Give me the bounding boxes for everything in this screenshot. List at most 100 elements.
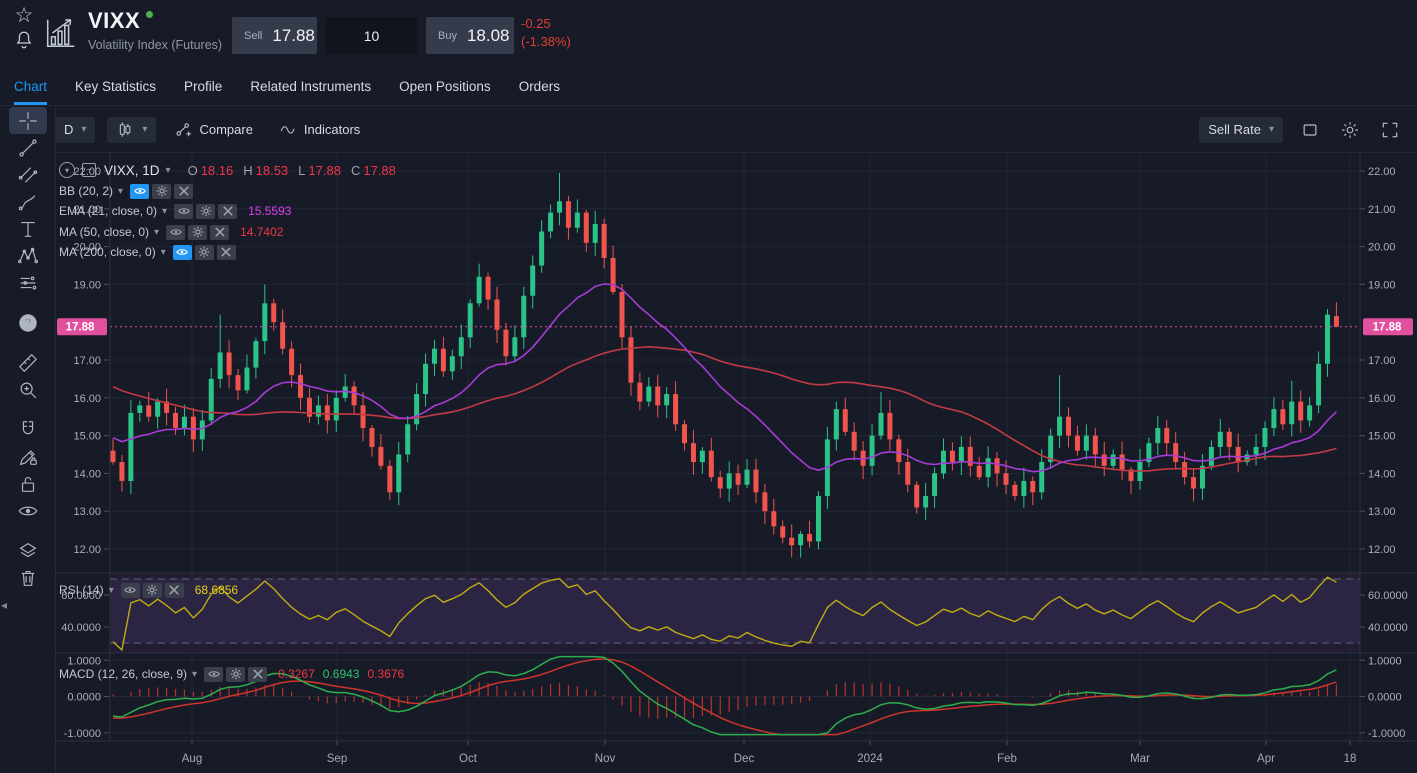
svg-text:12.00: 12.00 <box>73 544 101 556</box>
drawing-toolbar: ? <box>0 107 56 773</box>
zoom-in-icon <box>17 379 39 401</box>
xabcd-pattern-tool[interactable] <box>9 242 47 269</box>
settings-button[interactable] <box>1335 117 1365 143</box>
rsi-label: RSI (14) <box>59 583 104 597</box>
tab-chart[interactable]: Chart <box>14 68 47 105</box>
bell-icon[interactable] <box>13 29 35 56</box>
chevron-down-icon[interactable]: ▾ <box>109 585 114 596</box>
ma50-remove-icon[interactable] <box>210 225 229 240</box>
forecast-icon <box>17 272 39 294</box>
ma50-eye-icon[interactable] <box>166 225 185 240</box>
tab-profile[interactable]: Profile <box>184 68 222 105</box>
gann-fibonacci-tool[interactable] <box>9 161 47 188</box>
svg-text:-1.0000: -1.0000 <box>1368 728 1405 740</box>
sell-button[interactable]: Sell 17.88 <box>232 17 317 54</box>
tab-related-instruments[interactable]: Related Instruments <box>250 68 371 105</box>
instrument-title-block: VIXX Volatility Index (Futures) <box>88 8 222 52</box>
text-tool[interactable] <box>9 215 47 242</box>
rsi-settings-icon[interactable] <box>143 583 162 598</box>
low-value: 17.88 <box>308 163 341 178</box>
buy-price: 18.08 <box>467 26 510 46</box>
drawing-lock-tool[interactable] <box>9 443 47 470</box>
trend-line-tool[interactable] <box>9 134 47 161</box>
ema21-value: 15.5593 <box>248 204 291 218</box>
compare-button[interactable]: Compare <box>168 117 258 143</box>
svg-text:60.0000: 60.0000 <box>1368 590 1408 602</box>
bb-remove-icon[interactable] <box>174 184 193 199</box>
indicators-label: Indicators <box>304 122 360 137</box>
hide-drawings-tool[interactable] <box>9 497 47 524</box>
ema21-settings-icon[interactable] <box>196 204 215 219</box>
ma50-settings-icon[interactable] <box>188 225 207 240</box>
magnet-icon <box>17 419 39 441</box>
lock-all-tool[interactable] <box>9 470 47 497</box>
brush-tool[interactable] <box>9 188 47 215</box>
chevron-down-icon[interactable]: ▾ <box>154 227 159 238</box>
bb-eye-icon[interactable] <box>130 184 149 199</box>
bb-settings-icon[interactable] <box>152 184 171 199</box>
interval-dropdown[interactable]: D ▾ <box>55 117 95 143</box>
rsi-remove-icon[interactable] <box>165 583 184 598</box>
macd-eye-icon[interactable] <box>204 667 223 682</box>
favorite-controls: ☆ <box>11 3 37 65</box>
ruler-icon <box>17 352 39 374</box>
indicators-button[interactable]: Indicators <box>273 117 366 143</box>
series-title[interactable]: VIXX, 1D <box>104 163 160 178</box>
ema21-eye-icon[interactable] <box>174 204 193 219</box>
star-icon[interactable]: ☆ <box>15 3 34 29</box>
chevron-down-icon[interactable]: ▾ <box>162 206 167 217</box>
ruler-tool[interactable] <box>9 349 47 376</box>
macd-value-1: 0.6943 <box>323 667 360 681</box>
chevron-down-icon[interactable]: ▾ <box>192 669 197 680</box>
ma200-eye-icon[interactable] <box>173 245 192 260</box>
crosshair-tool[interactable] <box>9 107 47 134</box>
help-tool[interactable]: ? <box>9 309 47 336</box>
collapse-circle-icon[interactable]: ▾ <box>59 162 75 178</box>
macd-settings-icon[interactable] <box>226 667 245 682</box>
macd-remove-icon[interactable] <box>248 667 267 682</box>
layers-icon <box>17 540 39 562</box>
svg-text:21.00: 21.00 <box>1368 204 1396 216</box>
ma50-value: 14.7402 <box>240 225 283 239</box>
chevron-down-icon[interactable]: ▾ <box>166 165 171 176</box>
ma200-remove-icon[interactable] <box>217 245 236 260</box>
magnet-tool[interactable] <box>9 416 47 443</box>
fullscreen-button[interactable] <box>1375 117 1405 143</box>
chevron-down-icon: ▾ <box>142 124 147 135</box>
quantity-input[interactable]: 10 <box>326 17 417 54</box>
svg-text:13.00: 13.00 <box>73 506 101 518</box>
brush-icon <box>17 191 39 213</box>
ma200-settings-icon[interactable] <box>195 245 214 260</box>
tab-open-positions[interactable]: Open Positions <box>399 68 491 105</box>
sell-rate-dropdown[interactable]: Sell Rate ▾ <box>1199 117 1283 143</box>
chevron-down-icon[interactable]: ▾ <box>118 186 123 197</box>
svg-text:Aug: Aug <box>182 753 202 765</box>
forecast-tool[interactable] <box>9 269 47 296</box>
chart-canvas[interactable]: 22.0022.0021.0021.0020.0020.0019.0019.00… <box>55 152 1417 773</box>
svg-text:?: ? <box>24 316 31 330</box>
fullscreen-icon <box>1380 120 1400 140</box>
svg-text:Oct: Oct <box>459 753 478 765</box>
zoom-in-tool[interactable] <box>9 376 47 403</box>
tab-key-statistics[interactable]: Key Statistics <box>75 68 156 105</box>
svg-text:0.0000: 0.0000 <box>67 692 101 704</box>
chart-style-dropdown[interactable]: ▾ <box>107 117 156 143</box>
svg-text:Apr: Apr <box>1257 753 1275 765</box>
svg-text:0.0000: 0.0000 <box>1368 692 1402 704</box>
ma200-legend: MA (200, close, 0)▾ <box>59 243 239 261</box>
sell-price: 17.88 <box>272 26 315 46</box>
tab-orders[interactable]: Orders <box>519 68 560 105</box>
trash-tool[interactable] <box>9 564 47 591</box>
minimize-square-icon[interactable]: − <box>82 163 96 177</box>
ma50-legend: MA (50, close, 0)▾14.7402 <box>59 223 283 241</box>
layers-tool[interactable] <box>9 537 47 564</box>
svg-text:Mar: Mar <box>1130 753 1150 765</box>
text-icon <box>17 218 39 240</box>
snapshot-button[interactable] <box>1295 117 1325 143</box>
instrument-subtitle: Volatility Index (Futures) <box>88 38 222 52</box>
buy-button[interactable]: Buy 18.08 <box>426 17 514 54</box>
chevron-down-icon[interactable]: ▾ <box>161 247 166 258</box>
ema21-remove-icon[interactable] <box>218 204 237 219</box>
pane-collapse-arrow[interactable]: ◂ <box>1 598 7 612</box>
rsi-eye-icon[interactable] <box>121 583 140 598</box>
